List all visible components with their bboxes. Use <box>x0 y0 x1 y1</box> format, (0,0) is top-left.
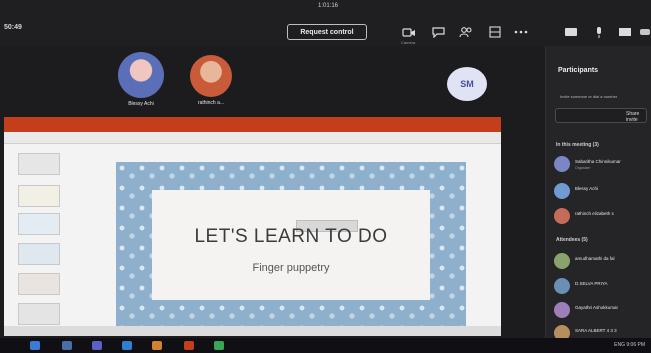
slide-title: LET'S LEARN TO DO <box>194 226 388 247</box>
avatar <box>554 278 570 294</box>
people-icon[interactable] <box>457 23 475 41</box>
avatar <box>554 156 570 172</box>
panel-title: Participants <box>558 67 599 74</box>
participant-tile[interactable]: rathinch a... <box>190 55 232 106</box>
powerpoint-title-bar <box>4 117 501 132</box>
slide-thumbnail <box>18 153 60 175</box>
list-item[interactable]: Gayathri Ashokkumar <box>554 302 650 320</box>
participant-role: Organizer <box>575 166 591 170</box>
self-avatar: SM <box>447 67 487 101</box>
slide-subtitle: Finger puppetry <box>252 262 330 274</box>
slide-content-panel: LET'S LEARN TO DO Finger puppetry <box>152 190 430 300</box>
share-invite-button[interactable]: Share invite <box>626 111 646 123</box>
slide-thumbnail <box>18 213 60 235</box>
start-icon[interactable] <box>30 341 40 350</box>
request-control-button[interactable]: Request control <box>287 24 367 40</box>
folder-icon[interactable] <box>152 341 162 350</box>
participant-name: Sabaritha Chinnikumar <box>575 159 621 164</box>
slide-thumbnails <box>12 151 64 327</box>
slide-thumbnail <box>18 185 60 207</box>
meeting-top-bar: 1:01:16 50:49 Request control Camera <box>0 0 651 46</box>
meeting-duration: 50:49 <box>4 24 22 31</box>
participant-tile[interactable]: Blessy Achi <box>118 52 164 107</box>
windows-taskbar: ENG 9:06 PM <box>0 338 651 353</box>
current-slide: LET'S LEARN TO DO Finger puppetry <box>116 162 466 329</box>
list-item[interactable]: Blessy Achi <box>554 183 650 201</box>
slide-thumbnail <box>18 273 60 295</box>
camera-label: Camera <box>401 40 416 45</box>
system-tray: ENG 9:06 PM <box>614 342 645 348</box>
meeting-timer: 1:01:16 <box>318 3 339 9</box>
participant-name: Gayathri Ashokkumar <box>575 305 619 310</box>
mic-icon[interactable] <box>590 23 608 41</box>
search-icon[interactable] <box>62 341 72 350</box>
list-item[interactable]: amudhamathi da fal <box>554 253 650 271</box>
leave-call-icon[interactable] <box>636 23 651 41</box>
avatar <box>118 52 164 98</box>
avatar <box>554 183 570 199</box>
participant-name: Blessy Achi <box>128 101 154 107</box>
participant-name: D.SELVA PRIYA <box>575 281 608 286</box>
list-item[interactable]: rathinch elizabeth s <box>554 208 650 226</box>
list-item[interactable]: D.SELVA PRIYA <box>554 278 650 296</box>
chrome-icon[interactable] <box>214 341 224 350</box>
powerpoint-status-bar <box>4 326 501 336</box>
slide-thumbnail <box>18 243 60 265</box>
powerpoint-icon[interactable] <box>184 341 194 350</box>
screen-icon[interactable] <box>616 23 634 41</box>
teams-icon[interactable] <box>92 341 102 350</box>
list-item[interactable]: Sabaritha Chinnikumar Organizer <box>554 156 650 174</box>
edge-icon[interactable] <box>122 341 132 350</box>
more-icon[interactable] <box>512 23 530 41</box>
invite-hint: Invite someone or dial a number <box>560 94 618 99</box>
powerpoint-ribbon <box>4 132 501 144</box>
avatar <box>190 55 232 97</box>
chat-icon[interactable] <box>429 23 447 41</box>
avatar <box>554 208 570 224</box>
attendees-section-label[interactable]: Attendees (5) <box>556 237 588 243</box>
participants-panel: Participants Invite someone or dial a nu… <box>545 46 651 341</box>
invite-search-input[interactable]: Share invite <box>555 108 647 123</box>
avatar <box>554 253 570 269</box>
camera-icon[interactable] <box>400 23 418 41</box>
participant-name: Blessy Achi <box>575 186 599 191</box>
view-icon[interactable] <box>486 23 504 41</box>
shared-screen: LET'S LEARN TO DO Finger puppetry <box>4 117 501 336</box>
slide-thumbnail <box>18 303 60 325</box>
in-meeting-section-label[interactable]: In this meeting (3) <box>556 142 599 148</box>
avatar <box>554 302 570 318</box>
participant-name: amudhamathi da fal <box>575 256 615 261</box>
share-icon[interactable] <box>562 23 580 41</box>
participant-name: rathinch elizabeth s <box>575 211 614 216</box>
participant-name: SARA ALBERT 4 3 3 <box>575 328 617 333</box>
participant-name: rathinch a... <box>197 100 225 106</box>
